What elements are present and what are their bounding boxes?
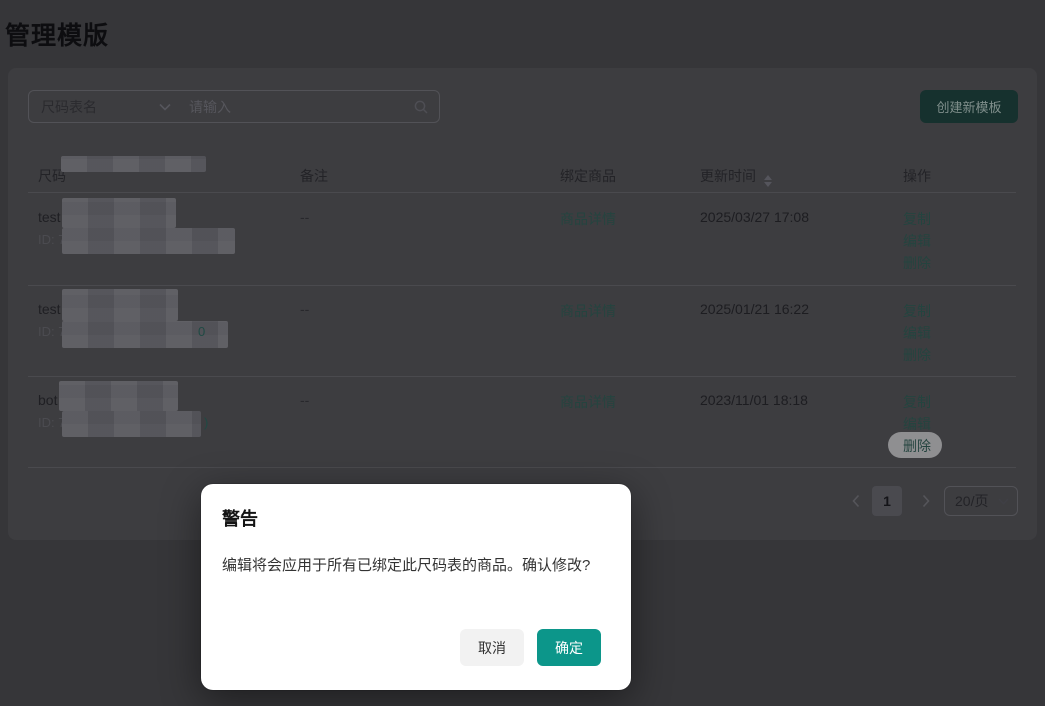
page: 管理模版 尺码表名 请输入 创建新模板 尺码 备注 绑定商品 更新时间 操作 t… (0, 0, 1045, 706)
confirm-button[interactable]: 确定 (537, 629, 601, 666)
row-id-suffix: ) (204, 415, 209, 430)
warning-dialog: 警告 编辑将会应用于所有已绑定此尺码表的商品。确认修改? 取消 确定 (201, 484, 631, 690)
row-id-suffix: 0 (198, 324, 206, 339)
dialog-title: 警告 (222, 509, 258, 529)
cancel-button[interactable]: 取消 (460, 629, 524, 666)
dialog-message: 编辑将会应用于所有已绑定此尺码表的商品。确认修改? (222, 557, 591, 574)
delete-link[interactable]: 删除 (903, 436, 931, 456)
